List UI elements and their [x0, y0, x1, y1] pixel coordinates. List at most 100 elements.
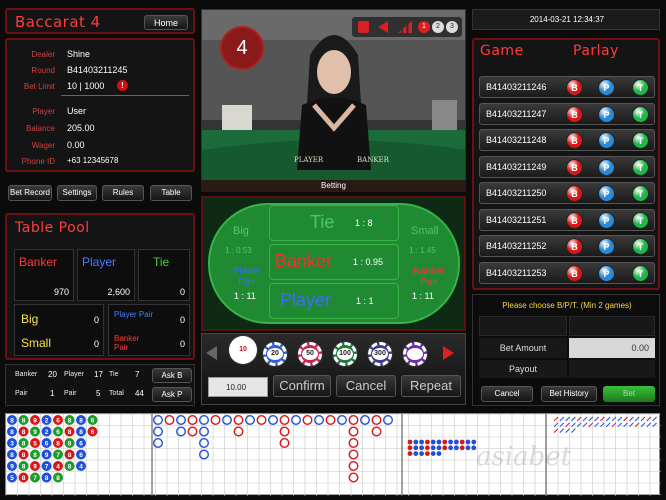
player-pair-pool-value: 0: [179, 315, 185, 325]
parlay-p-button[interactable]: P: [598, 264, 615, 282]
parlay-t-button[interactable]: T: [632, 185, 649, 202]
parlay-b-button[interactable]: B: [566, 158, 583, 176]
big-bet-odds: 1 : 0.53: [225, 246, 252, 255]
chip-300[interactable]: 300: [368, 342, 392, 366]
bead-value: 2: [45, 429, 49, 436]
parlay-round-label: B41403211249: [486, 161, 547, 172]
chip-10[interactable]: 10: [229, 336, 257, 364]
bead-value: 9: [33, 464, 37, 471]
camera-1-button[interactable]: 1: [418, 21, 430, 33]
parlay-t-button[interactable]: T: [632, 132, 649, 149]
parlay-row: B41403211249 B P T: [479, 155, 655, 178]
small-road-marker: [459, 445, 465, 451]
parlay-t-button[interactable]: T: [632, 105, 649, 123]
parlay-b-button[interactable]: B: [566, 211, 583, 229]
chip-50[interactable]: 50: [298, 342, 322, 366]
parlay-p-button[interactable]: P: [598, 211, 615, 229]
history-icon[interactable]: [358, 21, 369, 33]
ask-banker-button[interactable]: Ask B: [152, 368, 192, 383]
tie-bet-area[interactable]: Tie 1 : 8: [269, 205, 399, 241]
signal-icon[interactable]: [398, 21, 412, 33]
parlay-b-button[interactable]: B: [566, 264, 583, 282]
camera-2-button[interactable]: 2: [432, 21, 444, 33]
bet-limit-info-icon[interactable]: !: [117, 80, 128, 91]
big-road-marker: [325, 414, 336, 426]
parlay-t-button[interactable]: T: [632, 264, 649, 282]
parlay-t-button[interactable]: T: [632, 158, 649, 176]
player-bet-area[interactable]: Player 1 : 1: [269, 283, 399, 319]
parlay-cancel-button[interactable]: Cancel: [481, 386, 533, 402]
round-label: Round: [31, 66, 55, 75]
parlay-b-button[interactable]: B: [566, 185, 583, 202]
cockroach-road-marker: [594, 416, 599, 422]
table-pool-panel: Table Pool Banker 970 Player 2,600 Tie 0…: [5, 213, 195, 360]
sound-icon[interactable]: [378, 21, 388, 33]
bet-amount-input[interactable]: 0.00: [569, 338, 655, 358]
player-bet-label: Player: [280, 290, 332, 310]
dealer-value: Shine: [67, 49, 91, 59]
parlay-p-button[interactable]: P: [598, 105, 615, 123]
parlay-p-button[interactable]: P: [598, 185, 615, 202]
parlay-p-button[interactable]: P: [598, 132, 615, 149]
parlay-b-button[interactable]: B: [566, 238, 583, 255]
camera-3-button[interactable]: 3: [446, 21, 458, 33]
big-road-marker: [198, 426, 209, 437]
parlay-p-button[interactable]: P: [598, 238, 615, 255]
place-bet-button[interactable]: Bet: [603, 386, 655, 402]
chip-scroll-left-icon[interactable]: [206, 346, 217, 360]
settings-button[interactable]: Settings: [57, 185, 97, 201]
stat-banker-value: 20: [48, 370, 57, 379]
parlay-prompt: Please choose B/P/T. (Min 2 games): [502, 301, 632, 310]
road-stats-panel: Banker 20 Player 17 Tie 7 Pair 1 Pair 5 …: [5, 364, 195, 406]
parlay-p-button[interactable]: P: [598, 158, 615, 176]
parlay-b-button[interactable]: B: [566, 105, 583, 123]
cockroach-road-marker: [652, 422, 657, 428]
chip-20[interactable]: 20: [263, 342, 287, 366]
parlay-p-button[interactable]: P: [598, 79, 615, 96]
parlay-row: B41403211246 B P T: [479, 76, 655, 98]
small-road-marker: [425, 445, 430, 451]
ask-player-button[interactable]: Ask P: [152, 387, 192, 402]
cockroach-road-marker: [576, 422, 582, 428]
player-pool-label: Player: [82, 255, 117, 269]
cockroach-road-marker: [559, 428, 565, 433]
banker-pair-bet-area[interactable]: Banker Pair 1 : 11: [401, 266, 456, 308]
parlay-t-button[interactable]: T: [632, 211, 649, 229]
big-road-marker: [371, 414, 382, 426]
small-bet-label: Small: [411, 225, 439, 237]
cancel-bet-button[interactable]: Cancel: [336, 375, 396, 397]
stat-bpair-value: 1: [50, 389, 55, 398]
big-pool-value: 0: [93, 315, 99, 325]
table-button[interactable]: Table: [150, 185, 192, 201]
stat-player-value: 17: [94, 370, 103, 379]
rules-button[interactable]: Rules: [102, 185, 144, 201]
parlay-b-button[interactable]: B: [566, 132, 583, 149]
wager-label: Wager: [31, 141, 55, 150]
bet-history-button[interactable]: Bet History: [541, 386, 597, 402]
chip-scroll-right-icon[interactable]: [443, 346, 454, 360]
big-road-marker: [268, 414, 279, 426]
home-button[interactable]: Home: [144, 15, 188, 30]
parlay-row: B41403211252 B P T: [479, 235, 655, 257]
chip-100[interactable]: 100: [333, 342, 357, 366]
small-road-marker: [419, 439, 424, 445]
felt-label-banker: BANKER: [357, 156, 389, 164]
stat-ppair-label: Pair: [64, 390, 77, 397]
parlay-t-button[interactable]: T: [632, 238, 649, 255]
confirm-button[interactable]: Confirm: [273, 375, 331, 397]
big-road-marker: [348, 461, 359, 472]
banker-bet-area[interactable]: Banker 1 : 0.95: [269, 244, 399, 280]
stat-tie-label: Tie: [109, 371, 119, 378]
parlay-t-button[interactable]: T: [632, 79, 649, 96]
repeat-button[interactable]: Repeat: [401, 375, 461, 397]
bead-value: 8: [10, 452, 14, 459]
small-road-marker: [436, 451, 442, 456]
small-road-marker: [442, 445, 448, 451]
parlay-b-button[interactable]: B: [566, 79, 583, 96]
small-bet-area[interactable]: Small 1 : 1.45: [401, 213, 456, 263]
cockroach-road-marker: [617, 422, 623, 428]
player-pair-bet-area[interactable]: Player Pair 1 : 11: [215, 266, 267, 308]
chip-value: [407, 348, 423, 360]
bet-record-button[interactable]: Bet Record: [8, 185, 52, 201]
chip-purple[interactable]: [403, 342, 427, 366]
